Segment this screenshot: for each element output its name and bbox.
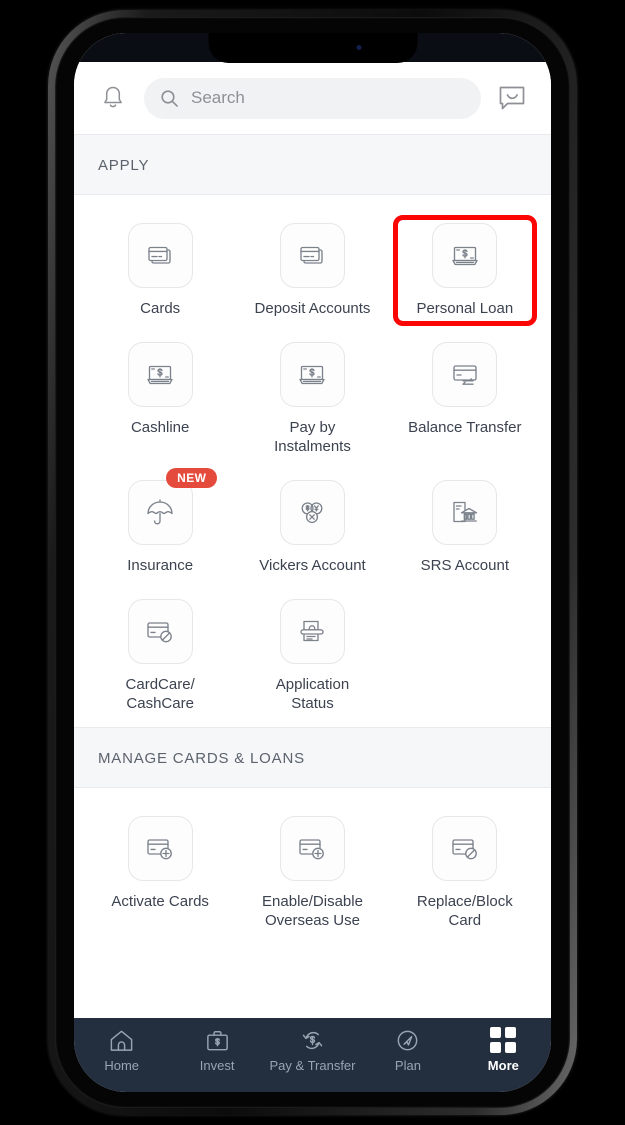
- tile-label: Cards: [140, 300, 181, 317]
- umbrella-icon: [127, 480, 193, 545]
- tile-label: SRS Account: [420, 557, 510, 574]
- tile-insurance[interactable]: NEW Insurance: [84, 466, 236, 585]
- tile-personal-loan[interactable]: Personal Loan: [389, 209, 541, 328]
- search-input[interactable]: Search: [144, 77, 481, 119]
- phone-screen: Search APPLY Cards Deposit Accounts Persona…: [74, 33, 551, 1092]
- tile-deposit-accounts[interactable]: Deposit Accounts: [236, 209, 388, 328]
- card-plus-icon: [279, 816, 345, 881]
- nav-item-home[interactable]: Home: [74, 1026, 169, 1073]
- search-icon: [161, 89, 178, 107]
- nav-item-label: Invest: [199, 1058, 235, 1073]
- nav-item-plan[interactable]: Plan: [360, 1026, 455, 1073]
- search-placeholder-text: Search: [191, 88, 245, 107]
- tile-label: Activate Cards: [111, 893, 209, 910]
- tile-enable-disable-overseas-use[interactable]: Enable/Disable Overseas Use: [236, 802, 388, 940]
- tile-cardcare-cashcare[interactable]: CardCare/ CashCare: [84, 585, 236, 723]
- tile-label: Pay by Instalments: [274, 419, 351, 455]
- tile-balance-transfer[interactable]: Balance Transfer: [389, 328, 541, 466]
- banknote-icon: [127, 342, 193, 407]
- app-header: Search: [74, 62, 551, 134]
- chat-icon: [499, 86, 525, 109]
- bank-document-icon: [432, 480, 498, 545]
- home-icon: [108, 1026, 135, 1054]
- bell-icon: [104, 86, 122, 108]
- bottom-navigation-bar: Home Invest Pay & Transfer Plan More: [74, 1018, 551, 1092]
- banknote-icon: [279, 342, 345, 407]
- tile-cashline[interactable]: Cashline: [84, 328, 236, 466]
- tile-label: Balance Transfer: [408, 419, 522, 436]
- nav-item-label: Plan: [394, 1058, 421, 1073]
- nav-item-label: Pay & Transfer: [269, 1058, 356, 1073]
- briefcase-dollar-icon: [204, 1026, 231, 1054]
- device-notch: [208, 33, 417, 63]
- document-scan-icon: [279, 599, 345, 664]
- card-transfer-icon: [432, 342, 498, 407]
- sections-container: APPLY Cards Deposit Accounts Personal Loan C…: [74, 134, 551, 944]
- banknote-icon: [432, 223, 498, 288]
- section-header: MANAGE CARDS & LOANS: [74, 727, 551, 788]
- currency-circles-icon: [279, 480, 345, 545]
- section-header: APPLY: [74, 134, 551, 195]
- card-plus-icon: [127, 816, 193, 881]
- nav-item-pay-transfer[interactable]: Pay & Transfer: [265, 1026, 360, 1073]
- tile-label: Vickers Account: [259, 557, 366, 574]
- compass-icon: [394, 1026, 421, 1054]
- tile-pay-by-instalments[interactable]: Pay by Instalments: [236, 328, 388, 466]
- transfer-dollar-icon: [299, 1026, 326, 1054]
- deposit-accounts-icon: [279, 223, 345, 288]
- tile-grid: Activate Cards Enable/Disable Overseas Us…: [74, 788, 551, 944]
- tile-replace-block-card[interactable]: Replace/Block Card: [389, 802, 541, 940]
- grid-icon: [490, 1026, 517, 1054]
- cards-icon: [127, 223, 193, 288]
- chat-button[interactable]: [495, 81, 529, 115]
- nav-item-label: More: [487, 1058, 519, 1073]
- tile-label: Replace/Block Card: [416, 893, 513, 929]
- notifications-button[interactable]: [96, 81, 130, 115]
- new-badge: NEW: [166, 468, 218, 488]
- card-blocked-icon: [432, 816, 498, 881]
- tile-cards[interactable]: Cards: [84, 209, 236, 328]
- tile-label: Cashline: [130, 419, 190, 436]
- tile-vickers-account[interactable]: Vickers Account: [236, 466, 388, 585]
- tile-label: Personal Loan: [416, 300, 514, 317]
- tile-label: Application Status: [275, 676, 350, 712]
- tile-label: Deposit Accounts: [254, 300, 371, 317]
- front-camera-icon: [356, 45, 362, 50]
- tile-activate-cards[interactable]: Activate Cards: [84, 802, 236, 940]
- tile-label: Enable/Disable Overseas Use: [262, 893, 363, 929]
- nav-item-more[interactable]: More: [456, 1026, 551, 1073]
- tile-label: Insurance: [127, 557, 194, 574]
- nav-item-invest[interactable]: Invest: [169, 1026, 264, 1073]
- tile-application-status[interactable]: Application Status: [236, 585, 388, 723]
- tile-label: CardCare/ CashCare: [125, 676, 195, 712]
- card-blocked-icon: [127, 599, 193, 664]
- tile-grid: Cards Deposit Accounts Personal Loan Cashli…: [74, 195, 551, 727]
- nav-item-label: Home: [104, 1058, 140, 1073]
- tile-srs-account[interactable]: SRS Account: [389, 466, 541, 585]
